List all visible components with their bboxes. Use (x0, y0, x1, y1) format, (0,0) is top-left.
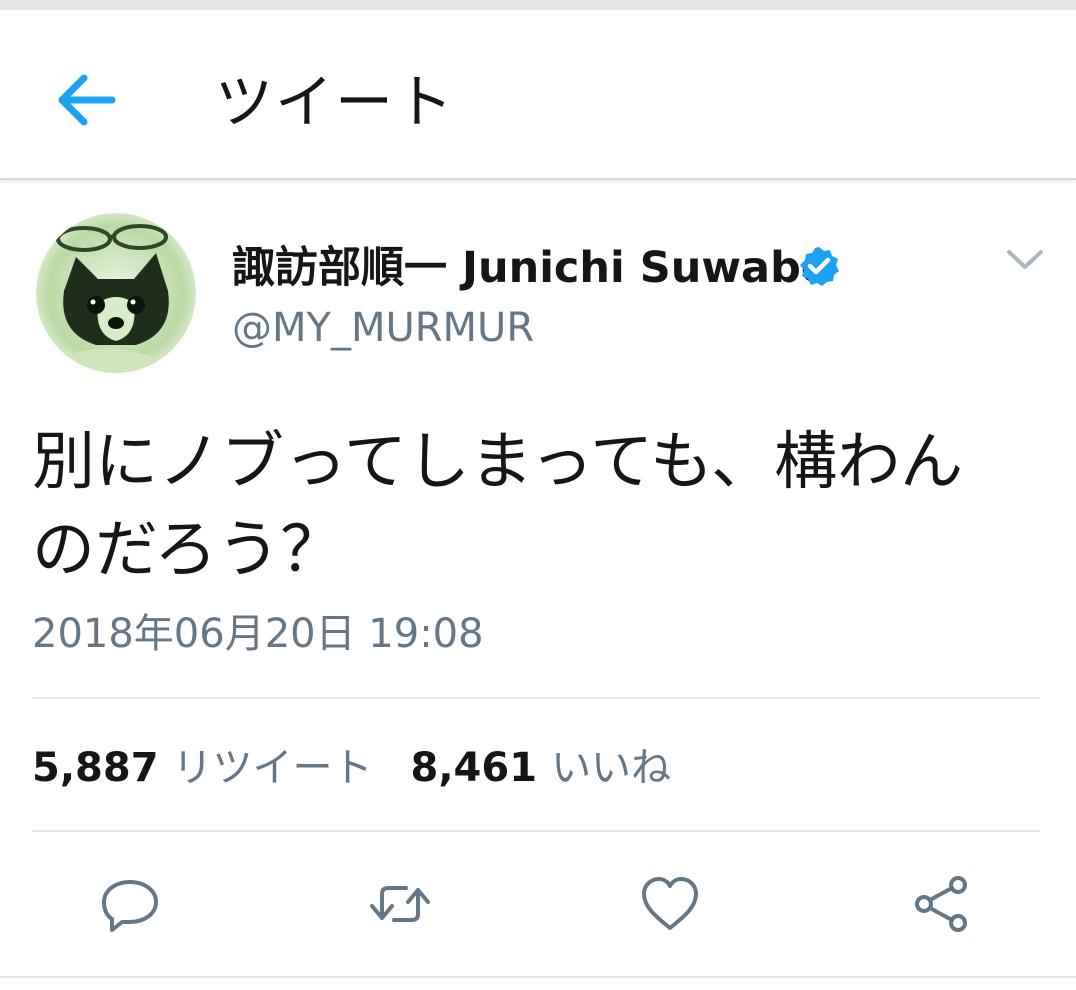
share-icon (915, 876, 967, 932)
like-icon (642, 877, 698, 930)
like-count-link[interactable]: 8,461 いいね (411, 738, 672, 798)
tweet-stats: 5,887 リツイート 8,461 いいね (32, 738, 671, 798)
retweet-button[interactable] (368, 872, 432, 936)
divider (0, 976, 1076, 978)
tweet-timestamp[interactable]: 2018年06月20日 19:08 (32, 604, 484, 664)
arrow-left-icon (58, 74, 116, 126)
avatar[interactable] (36, 213, 196, 373)
retweet-count: 5,887 (32, 745, 159, 791)
reply-button[interactable] (98, 872, 162, 936)
app-header: ツイート (0, 10, 1076, 180)
author-display-name[interactable]: 諏訪部順一 Junichi Suwabe (232, 240, 830, 296)
tweet-menu-button[interactable] (1004, 244, 1046, 274)
divider (32, 697, 1040, 699)
retweet-icon (370, 886, 430, 922)
verified-badge-icon (798, 245, 840, 287)
back-button[interactable] (50, 70, 122, 130)
reply-icon (102, 880, 158, 932)
author-handle[interactable]: @MY_MURMUR (232, 300, 534, 356)
like-button[interactable] (638, 872, 702, 936)
like-label: いいね (551, 745, 672, 791)
retweet-label: リツイート (172, 745, 373, 791)
avatar-image (36, 213, 196, 373)
retweet-count-link[interactable]: 5,887 リツイート (32, 738, 373, 798)
status-strip (0, 0, 1076, 10)
share-button[interactable] (910, 872, 974, 936)
tweet-text: 別にノブってしまっても、構わん のだろう？ (32, 425, 964, 586)
chevron-down-icon (1007, 250, 1043, 269)
page-title: ツイート (215, 68, 456, 136)
divider (32, 830, 1040, 832)
like-count: 8,461 (410, 745, 538, 791)
